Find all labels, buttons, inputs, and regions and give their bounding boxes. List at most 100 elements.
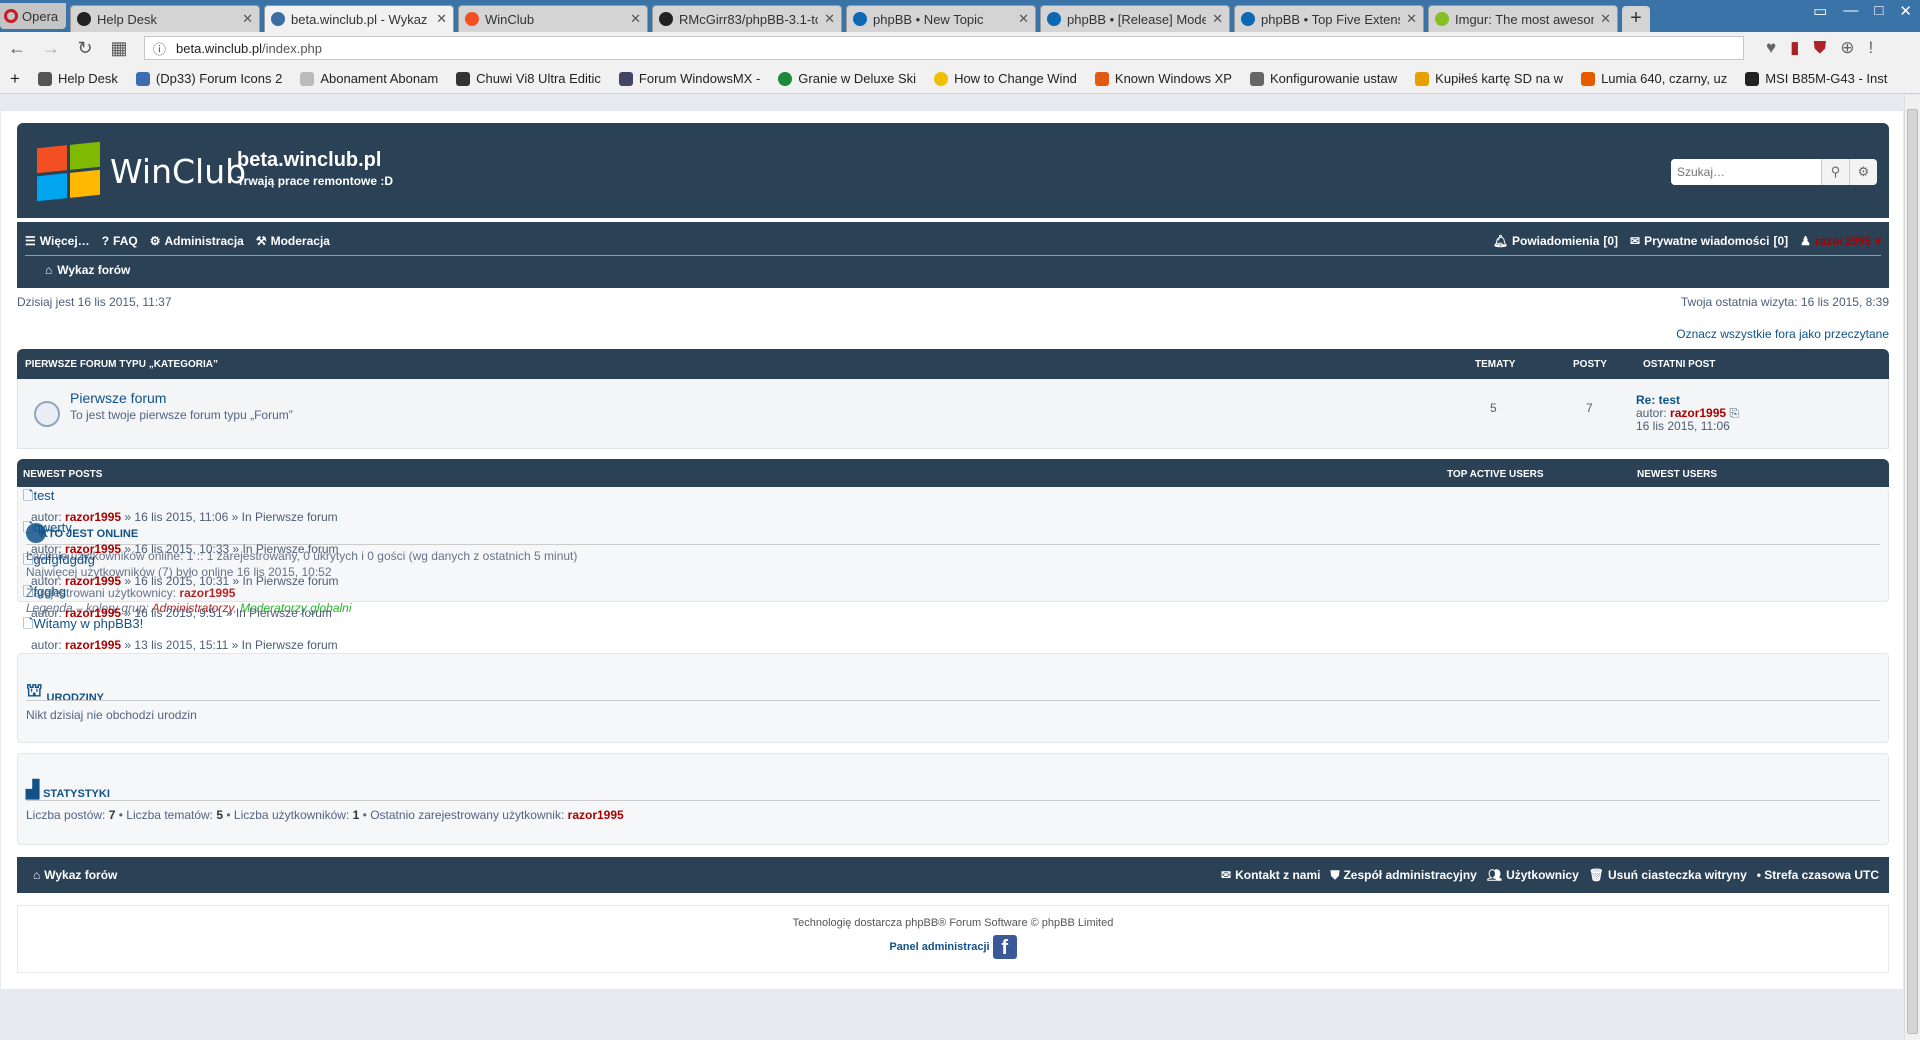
close-tab-icon[interactable]: ✕ (436, 11, 447, 27)
tab-help-desk[interactable]: Help Desk ✕ (70, 5, 260, 32)
bookmark-item[interactable]: Abonament Abonam (300, 71, 438, 86)
newest-post-title-link[interactable]: 🗋︎test (23, 487, 338, 509)
tab-title: RMcGirr83/phpBB-3.1-top (679, 11, 819, 27)
reload-icon[interactable]: ↻ (76, 38, 94, 59)
category-title[interactable]: PIERWSZE FORUM TYPU „KATEGORIA” (25, 359, 218, 370)
tab-github[interactable]: RMcGirr83/phpBB-3.1-top ✕ (652, 5, 842, 32)
bookmark-item[interactable]: Known Windows XP (1094, 71, 1232, 86)
bookmark-item[interactable]: Help Desk (37, 71, 118, 86)
favicon-icon (778, 71, 793, 86)
copyright-box: Technologię dostarcza phpBB® Forum Softw… (17, 905, 1889, 973)
bookmark-item[interactable]: Kupiłeś kartę SD na w (1415, 71, 1563, 86)
bookmark-item[interactable]: Lumia 640, czarny, uz (1581, 71, 1727, 86)
bookmark-item[interactable]: How to Change Wind (934, 71, 1077, 86)
bookmark-item[interactable]: Chuwi Vi8 Ultra Editic (456, 71, 601, 86)
scrollbar-thumb[interactable] (1907, 109, 1918, 1034)
url-field[interactable]: ⓘ beta.winclub.pl/index.php (144, 36, 1744, 60)
mark-forums-read-link[interactable]: Oznacz wszystkie fora jako przeczytane (1676, 327, 1889, 341)
col-newest-users: NEWEST USERS (1637, 469, 1718, 480)
tab-phpbb-release[interactable]: phpBB • [Release] Modern ✕ (1040, 5, 1230, 32)
contact-link[interactable]: ✉ Kontakt z nami (1221, 868, 1320, 883)
page-info-icon[interactable]: ⓘ (153, 39, 166, 58)
add-bookmark-icon[interactable]: + (10, 69, 20, 89)
mcp-link[interactable]: ⚒ Moderacja (256, 234, 330, 248)
page-scrollbar[interactable] (1904, 95, 1920, 1040)
tab-title: Help Desk (97, 11, 157, 27)
speed-dial-icon[interactable]: ▦ (110, 38, 128, 59)
bookmark-item[interactable]: MSI B85M-G43 - Inst (1745, 71, 1887, 86)
members-link[interactable]: 👥︎ Użytkownicy (1487, 868, 1579, 883)
acp-link[interactable]: ⚙ Administracja (150, 234, 244, 248)
breadcrumb[interactable]: ⌂ Wykaz forów (45, 263, 130, 277)
topic-icon: 🗋︎ (23, 488, 34, 503)
view-latest-post-icon[interactable]: ⎘ (1729, 406, 1739, 420)
bookmark-heart-icon[interactable]: ♥ (1766, 38, 1776, 58)
advanced-search-gear-icon[interactable]: ⚙ (1849, 159, 1877, 185)
github-icon (659, 12, 673, 26)
quick-links-menu[interactable]: ☰ Więcej… (25, 234, 90, 248)
date-info-row: Dzisiaj jest 16 lis 2015, 11:37 Twoja os… (17, 295, 1889, 309)
search-icon[interactable]: ⚲ (1821, 159, 1849, 185)
newest-user-link[interactable]: razor1995 (568, 808, 624, 822)
forward-icon[interactable]: → (42, 38, 60, 59)
statistics-title: ▟ STATYSTYKI (26, 780, 110, 800)
opera-menu-button[interactable]: Opera (0, 3, 66, 29)
list-item: 🗋︎Witamy w phpBB3! autor: razor1995 » 13… (23, 615, 338, 652)
newest-post-title-link[interactable]: 🗋︎gdfgfdgdfg (23, 551, 339, 573)
close-tab-icon[interactable]: ✕ (1018, 11, 1029, 27)
newest-post-title-link[interactable]: 🗋︎Witamy w phpBB3! (23, 615, 338, 637)
nav-admin-label: Administracja (164, 234, 244, 248)
acp-footer-link[interactable]: Panel administracji (889, 941, 989, 953)
ublock-icon[interactable]: ⛊ (1813, 38, 1826, 58)
tab-winclub[interactable]: WinClub ✕ (458, 5, 648, 32)
favicon-icon (300, 71, 315, 86)
bookmark-item[interactable]: Forum WindowsMX - (618, 71, 760, 86)
forum-title-link[interactable]: Pierwsze forum (70, 390, 166, 406)
tab-imgur[interactable]: Imgur: The most awesome ✕ (1428, 5, 1618, 32)
close-tab-icon[interactable]: ✕ (1212, 11, 1223, 27)
team-link[interactable]: ⛊ Zespół administracyjny (1330, 868, 1476, 883)
download-icon[interactable]: ⊕ (1840, 38, 1854, 58)
tab-winclub-index[interactable]: beta.winclub.pl - Wykaz fo ✕ (264, 5, 454, 32)
back-icon[interactable]: ← (8, 38, 26, 59)
tab-phpbb-new-topic[interactable]: phpBB • New Topic ✕ (846, 5, 1036, 32)
tab-list-icon[interactable]: ▭ (1813, 2, 1827, 20)
notifications-link[interactable]: 🔔︎ Powiadomienia [0] (1493, 234, 1618, 248)
footer-index-link[interactable]: ⌂ Wykaz forów (33, 868, 117, 882)
tab-title: phpBB • Top Five Extensio (1261, 11, 1401, 27)
close-tab-icon[interactable]: ✕ (1406, 11, 1417, 27)
info-extension-icon[interactable]: ! (1868, 38, 1873, 58)
close-window-icon[interactable]: ✕ (1899, 2, 1912, 20)
faq-link[interactable]: ? FAQ (102, 234, 138, 248)
close-tab-icon[interactable]: ✕ (1600, 11, 1611, 27)
bookmark-label: How to Change Wind (954, 71, 1077, 86)
author-link[interactable]: razor1995 (65, 638, 121, 652)
delete-cookies-link[interactable]: 🗑︎ Usuń ciasteczka witryny (1589, 868, 1747, 883)
url-domain: beta.winclub.pl (176, 40, 263, 56)
col-posts: POSTY (1573, 359, 1607, 370)
close-tab-icon[interactable]: ✕ (824, 11, 835, 27)
browser-tab-bar: Opera Help Desk ✕ beta.winclub.pl - Wykaz… (0, 0, 1920, 32)
new-tab-button[interactable]: + (1622, 6, 1650, 32)
newest-post-title-link[interactable]: 🗋︎qwerty (23, 519, 339, 541)
nav-faq-label: FAQ (113, 234, 138, 248)
site-name: beta.winclub.pl (237, 149, 382, 171)
user-menu[interactable]: ♟ razor1995 ▾ (1800, 234, 1881, 248)
last-post-author-link[interactable]: razor1995 (1670, 406, 1726, 420)
extension-icon[interactable]: ▮ (1790, 38, 1799, 58)
private-messages-link[interactable]: ✉ Prywatne wiadomości [0] (1630, 234, 1788, 248)
minimize-icon[interactable]: — (1843, 2, 1858, 20)
search-input[interactable] (1671, 159, 1821, 185)
close-tab-icon[interactable]: ✕ (242, 11, 253, 27)
bookmark-item[interactable]: (Dp33) Forum Icons 2 (135, 71, 282, 86)
col-topics: TEMATY (1475, 359, 1516, 370)
bookmark-item[interactable]: Granie w Deluxe Ski (778, 71, 916, 86)
site-logo[interactable]: WinClub (37, 141, 246, 202)
home-icon: ⌂ (33, 868, 41, 882)
facebook-icon[interactable]: f (992, 935, 1017, 959)
maximize-icon[interactable]: □ (1874, 2, 1883, 20)
newest-post-title-link[interactable]: 🗋︎fgghg (23, 583, 332, 605)
bookmark-item[interactable]: Konfigurowanie ustaw (1249, 71, 1397, 86)
close-tab-icon[interactable]: ✕ (630, 11, 641, 27)
tab-phpbb-topfive[interactable]: phpBB • Top Five Extensio ✕ (1234, 5, 1424, 32)
